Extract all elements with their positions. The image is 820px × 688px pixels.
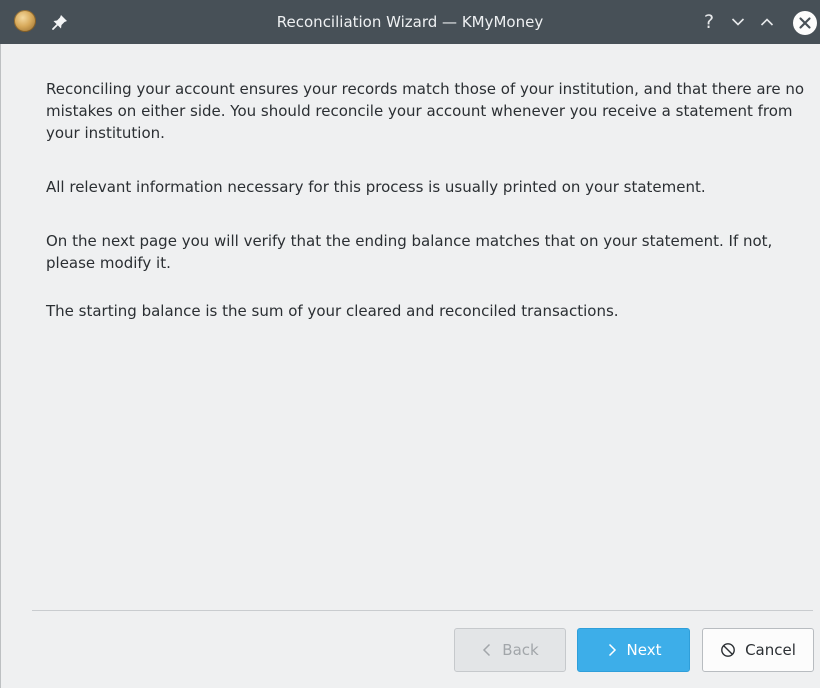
intro-paragraph: The starting balance is the sum of your … (46, 302, 619, 320)
next-button-label: Next (626, 641, 662, 659)
cancel-circle-icon (720, 642, 736, 658)
chevron-up-icon (760, 18, 774, 26)
wizard-page-intro: Reconciling your account ensures your re… (0, 44, 820, 688)
close-button[interactable] (793, 11, 817, 35)
chevron-down-icon (731, 18, 745, 26)
kmymoney-app-icon[interactable] (14, 10, 36, 32)
cancel-button[interactable]: Cancel (702, 628, 814, 672)
cancel-button-label: Cancel (745, 641, 796, 659)
reconciliation-wizard-window: Reconciliation Wizard — KMyMoney ? Recon… (0, 0, 820, 688)
close-icon (799, 17, 811, 29)
button-area-divider (32, 610, 813, 611)
help-icon: ? (703, 11, 715, 33)
chevron-left-icon (481, 643, 493, 657)
help-button[interactable]: ? (697, 10, 721, 34)
intro-paragraph: All relevant information necessary for t… (46, 178, 706, 196)
next-button[interactable]: Next (577, 628, 690, 672)
minimize-button[interactable] (726, 10, 750, 34)
pin-icon[interactable] (48, 10, 72, 34)
back-button-label: Back (502, 641, 539, 659)
back-button[interactable]: Back (454, 628, 566, 672)
intro-paragraph: Reconciling your account ensures your re… (46, 80, 805, 142)
intro-paragraph: On the next page you will verify that th… (46, 232, 773, 272)
title-bar[interactable]: Reconciliation Wizard — KMyMoney ? (0, 0, 820, 44)
maximize-button[interactable] (755, 10, 779, 34)
chevron-right-icon (606, 643, 618, 657)
